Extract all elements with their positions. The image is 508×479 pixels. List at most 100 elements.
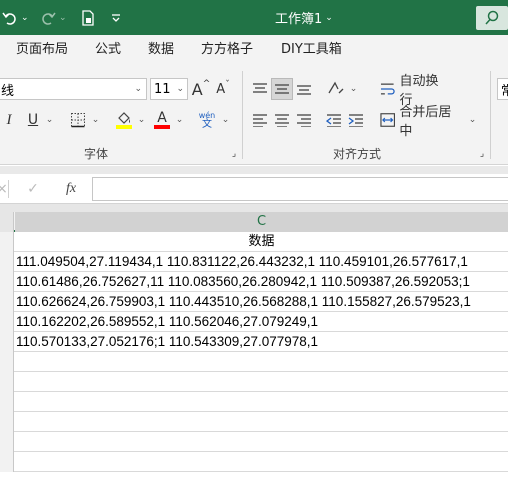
phonetic-guide-button[interactable]: wén 文	[196, 109, 218, 131]
borders-icon	[71, 113, 85, 128]
tab-fangfanggezi[interactable]: 方方格子	[201, 35, 253, 65]
font-color-dropdown[interactable]: ⌄	[172, 109, 184, 131]
merge-center-label: 合并后居中	[399, 105, 452, 139]
new-file-icon	[82, 9, 94, 26]
cell-b[interactable]	[0, 392, 14, 412]
column-header-c[interactable]: C	[15, 212, 508, 232]
borders-dropdown[interactable]: ⌄	[88, 109, 100, 131]
number-format-value: 常	[501, 83, 508, 99]
font-color-button[interactable]: A	[152, 109, 172, 131]
customize-toolbar-button[interactable]	[110, 0, 122, 35]
shrink-font-icon: A	[216, 81, 226, 97]
cell-b[interactable]	[0, 372, 14, 392]
cell-b[interactable]	[0, 432, 14, 452]
fill-color-dropdown[interactable]: ⌄	[134, 109, 146, 131]
font-group-label: 字体	[84, 147, 109, 161]
tab-page-layout[interactable]: 页面布局	[16, 35, 68, 65]
align-left-button[interactable]	[250, 109, 270, 131]
align-center-button[interactable]	[272, 109, 292, 131]
orientation-dropdown[interactable]: ⌄	[346, 78, 358, 100]
alignment-dialog-launcher[interactable]: ⌟	[476, 148, 488, 160]
merge-center-dropdown[interactable]: ⌄	[465, 109, 477, 131]
title-dropdown-icon: ⌄	[325, 12, 333, 23]
search-box[interactable]	[476, 6, 508, 30]
chevron-down-icon: ⌄	[134, 84, 142, 94]
align-right-button[interactable]	[294, 109, 314, 131]
shrink-font-button[interactable]: Aˇ	[213, 78, 233, 100]
grid-spacer	[0, 204, 508, 212]
table-row: 110.570133,27.052176;1 110.543309,27.077…	[0, 332, 508, 352]
table-row	[0, 352, 508, 372]
tab-diy-toolbox[interactable]: DIY工具箱	[281, 35, 342, 65]
group-separator	[242, 71, 243, 159]
data-cell[interactable]: 110.570133,27.052176;1 110.543309,27.077…	[16, 332, 318, 352]
table-row	[0, 392, 508, 412]
align-middle-button[interactable]	[271, 78, 293, 100]
chevron-down-icon: ⌄	[176, 84, 184, 94]
customize-toolbar-icon	[112, 13, 120, 22]
cancel-icon[interactable]: ×	[0, 178, 10, 200]
data-cell[interactable]: 111.049504,27.119434,1 110.831122,26.443…	[16, 252, 468, 272]
new-file-button[interactable]	[80, 0, 96, 35]
cell-b[interactable]	[0, 232, 14, 252]
tab-formulas[interactable]: 公式	[95, 35, 121, 65]
header-cell[interactable]: 数据	[15, 232, 508, 252]
cell-b[interactable]	[0, 352, 14, 372]
cell-b[interactable]	[0, 452, 14, 472]
chevron-down-icon: ⌄	[137, 115, 146, 125]
underline-dropdown[interactable]: ⌄	[42, 109, 54, 131]
cell-b[interactable]	[0, 332, 14, 352]
redo-button[interactable]: ⌄	[40, 0, 67, 35]
borders-button[interactable]	[68, 109, 88, 131]
underline-button[interactable]: U	[24, 109, 42, 131]
cell-b[interactable]	[0, 412, 14, 432]
cell-b[interactable]	[0, 312, 14, 332]
data-cell[interactable]: 110.61486,26.752627,11 110.083560,26.280…	[16, 272, 470, 292]
undo-button[interactable]: ⌄	[2, 0, 29, 35]
chevron-down-icon: ⌄	[349, 84, 358, 94]
text-orientation-icon	[328, 81, 344, 94]
ribbon-spacer	[0, 166, 508, 174]
font-name-select[interactable]: 线 ⌄	[0, 78, 147, 100]
font-dialog-launcher[interactable]: ⌟	[228, 148, 240, 160]
table-row	[0, 432, 508, 452]
align-left-icon	[253, 114, 267, 127]
phonetic-guide-dropdown[interactable]: ⌄	[218, 109, 230, 131]
table-row: 数据	[0, 232, 508, 252]
grow-font-button[interactable]: A ^	[191, 78, 211, 100]
table-row: 110.162202,26.589552,1 110.562046,27.079…	[0, 312, 508, 332]
dialog-launcher-icon: ⌟	[479, 149, 485, 159]
tab-data[interactable]: 数据	[148, 35, 174, 65]
fill-color-button[interactable]	[114, 109, 134, 131]
cell-b[interactable]	[0, 272, 14, 292]
decrease-indent-button[interactable]	[324, 109, 344, 131]
number-format-select[interactable]: 常	[497, 78, 508, 100]
fill-color-swatch	[116, 124, 132, 129]
increase-indent-icon	[348, 114, 363, 127]
cell-b[interactable]	[0, 252, 14, 272]
insert-function-icon[interactable]: fx	[60, 178, 82, 200]
workbook-title[interactable]: 工作簿1 ⌄	[275, 0, 333, 35]
redo-icon	[42, 12, 56, 25]
ribbon-tabs: 页面布局 公式 数据 方方格子 DIY工具箱	[0, 35, 508, 65]
formula-input[interactable]	[92, 177, 508, 201]
table-row: 111.049504,27.119434,1 110.831122,26.443…	[0, 252, 508, 272]
chevron-down-icon: ⌄	[45, 115, 54, 125]
orientation-button[interactable]	[326, 78, 346, 100]
group-separator	[490, 71, 491, 159]
chevron-down-icon: ⌄	[468, 115, 477, 125]
italic-button[interactable]: I	[2, 109, 16, 131]
merge-center-button[interactable]: 合并后居中	[380, 105, 462, 139]
data-cell[interactable]: 110.162202,26.589552,1 110.562046,27.079…	[16, 312, 318, 332]
font-size-value: 11	[154, 81, 171, 97]
increase-indent-button[interactable]	[346, 109, 366, 131]
confirm-icon[interactable]: ✓	[24, 178, 42, 200]
dialog-launcher-icon: ⌟	[231, 149, 237, 159]
wrap-text-button[interactable]: 自动换行	[380, 74, 450, 108]
font-size-select[interactable]: 11 ⌄	[150, 78, 188, 100]
align-bottom-button[interactable]	[294, 78, 314, 100]
cell-b[interactable]	[0, 292, 14, 312]
data-cell[interactable]: 110.626624,26.759903,1 110.443510,26.568…	[16, 292, 471, 312]
column-header-b[interactable]	[0, 212, 14, 232]
align-top-button[interactable]	[250, 78, 270, 100]
